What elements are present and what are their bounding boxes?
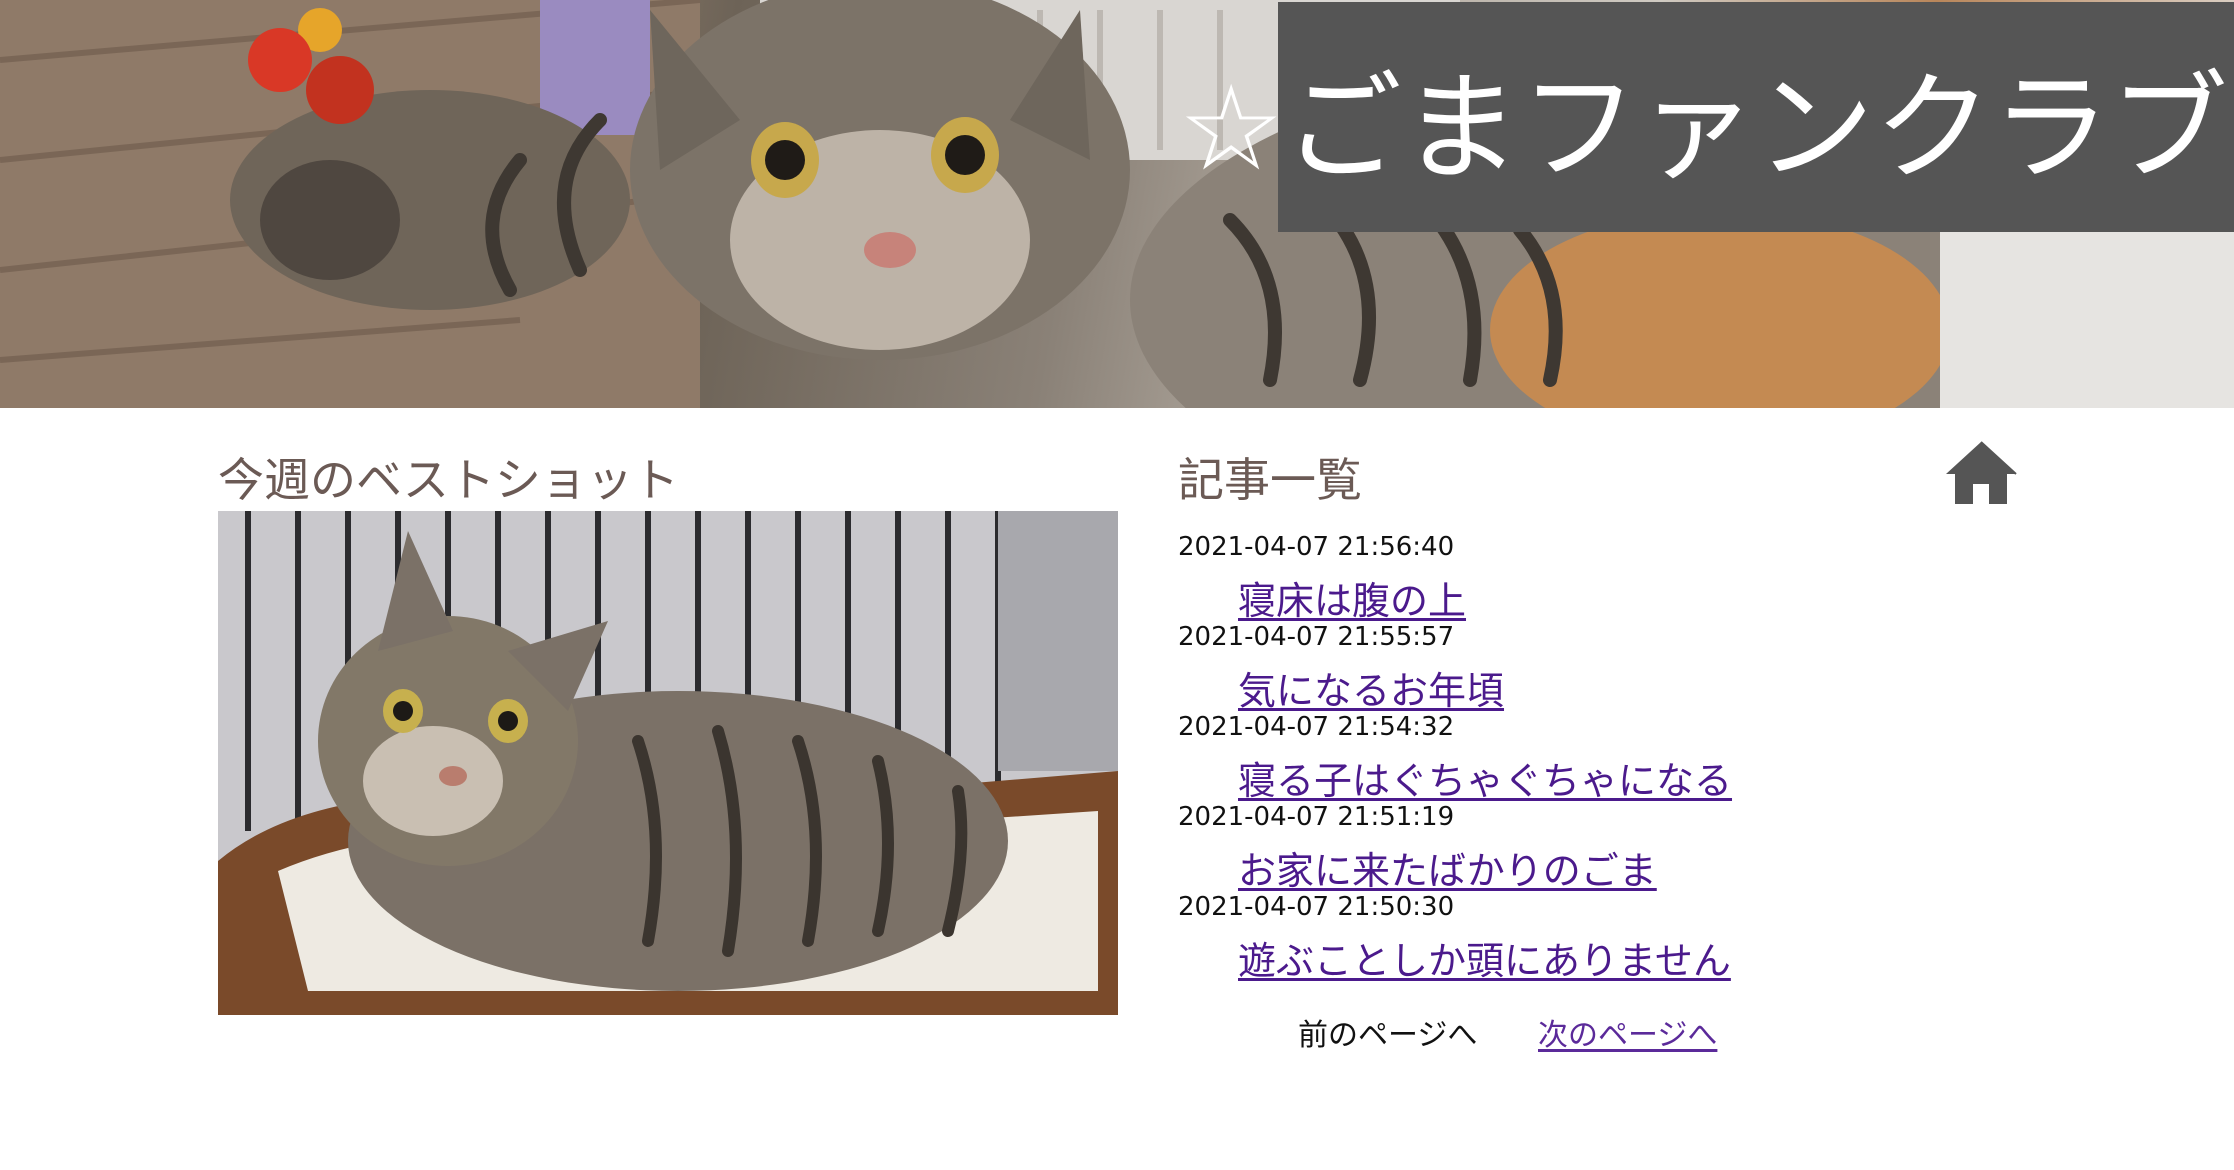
prev-page-label: 前のページへ (1298, 1018, 1478, 1053)
best-shot-photo (218, 511, 1118, 1015)
article-list: 2021-04-07 21:56:40 寝床は腹の上 2021-04-07 21… (1178, 532, 1978, 985)
site-title-box: ☆ごまファンクラブ☆ (1178, 2, 2234, 232)
list-item: 2021-04-07 21:51:19 お家に来たばかりのごま (1178, 802, 1978, 895)
article-link[interactable]: 寝床は腹の上 (1238, 570, 1466, 625)
article-link[interactable]: 気になるお年頃 (1238, 660, 1504, 715)
next-page-link[interactable]: 次のページへ (1538, 1010, 1717, 1054)
article-date: 2021-04-07 21:55:57 (1178, 622, 1455, 652)
article-link[interactable]: 寝る子はぐちゃぐちゃになる (1238, 750, 1732, 805)
article-date: 2021-04-07 21:54:32 (1178, 712, 1455, 742)
article-link[interactable]: お家に来たばかりのごま (1238, 840, 1657, 895)
article-list-heading: 記事一覧 (1178, 453, 1362, 507)
best-shot-cat-image (218, 511, 1118, 1015)
best-shot-heading: 今週のベストショット (218, 453, 679, 507)
article-date: 2021-04-07 21:51:19 (1178, 802, 1455, 832)
article-link[interactable]: 遊ぶことしか頭にありません (1238, 930, 1731, 985)
article-date: 2021-04-07 21:50:30 (1178, 892, 1455, 922)
site-title: ☆ごまファンクラブ☆ (1178, 58, 2234, 197)
article-date: 2021-04-07 21:56:40 (1178, 532, 1455, 562)
header-banner: ☆ごまファンクラブ☆ (0, 0, 2234, 408)
list-item: 2021-04-07 21:54:32 寝る子はぐちゃぐちゃになる (1178, 712, 1978, 805)
list-item: 2021-04-07 21:50:30 遊ぶことしか頭にありません (1178, 892, 1978, 985)
list-item: 2021-04-07 21:55:57 気になるお年頃 (1178, 622, 1978, 715)
home-icon[interactable] (1944, 440, 2018, 506)
list-item: 2021-04-07 21:56:40 寝床は腹の上 (1178, 532, 1978, 625)
